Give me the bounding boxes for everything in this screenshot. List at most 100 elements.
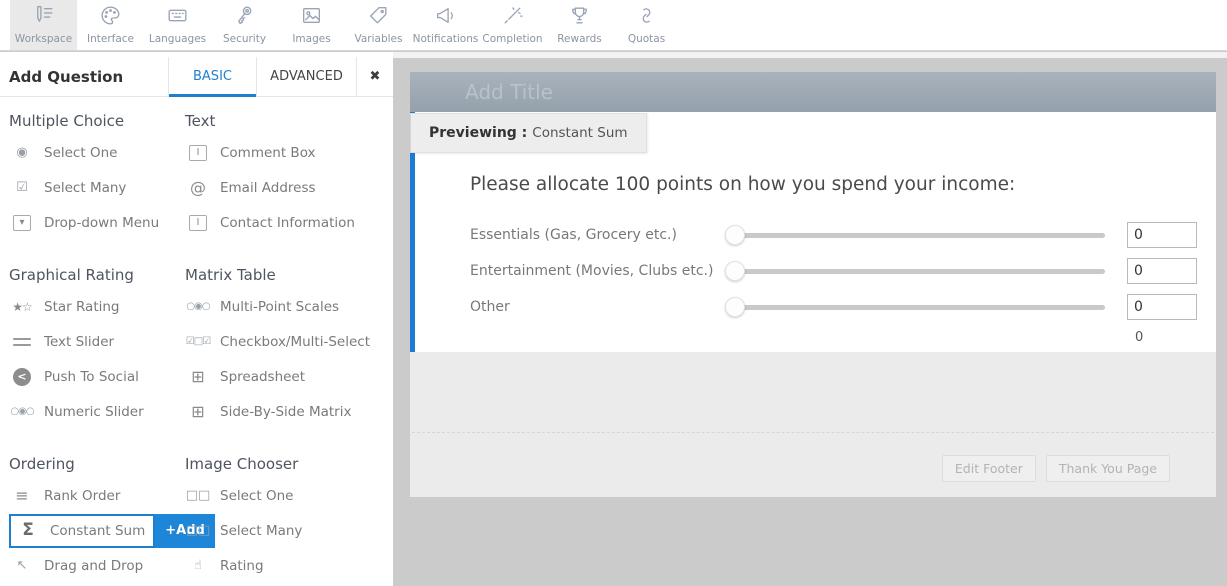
add-title-placeholder[interactable]: Add Title (465, 80, 553, 104)
sidebar-item-checkbox-multi-select[interactable]: ☑□☑ Checkbox/Multi-Select (185, 324, 387, 359)
sidebar-item-spreadsheet[interactable]: ⊞ Spreadsheet (185, 359, 387, 394)
constant-sum-row: Other (470, 289, 1198, 325)
multi-point-icon: ○◉○ (185, 302, 211, 312)
slider[interactable] (727, 297, 1105, 317)
images-icon (299, 3, 324, 32)
slider[interactable] (727, 225, 1105, 245)
footer-buttons: Edit Footer Thank You Page (942, 455, 1170, 482)
toolbar-item-label: Security (223, 33, 266, 45)
dropdown-icon: ▾ (13, 215, 31, 231)
sidebar-item-multi-point-scales[interactable]: ○◉○ Multi-Point Scales (185, 289, 387, 324)
languages-icon (165, 3, 190, 32)
toolbar-lower-strip (393, 52, 1227, 58)
sidebar-item-image-rating[interactable]: ☝ Rating (185, 548, 387, 583)
rewards-icon (567, 3, 592, 32)
text-cursor-box-icon: I (189, 215, 207, 231)
constant-sum-selected-box: Σ Constant Sum (9, 514, 155, 548)
tab-basic[interactable]: BASIC (168, 57, 256, 96)
sidebar-item-numeric-slider[interactable]: ○◉○ Numeric Slider (9, 394, 183, 429)
slider-track[interactable] (735, 305, 1105, 310)
dashed-separator (412, 432, 1214, 433)
question-text: Please allocate 100 points on how you sp… (470, 174, 1198, 195)
toolbar-item-label: Quotas (628, 33, 665, 45)
sidebar-item-text-slider[interactable]: Text Slider (9, 324, 183, 359)
toolbar-item-security[interactable]: Security (211, 0, 278, 50)
section-title: Multiple Choice (9, 112, 183, 130)
text-cursor-box-icon: I (189, 145, 207, 161)
sidebar-item-select-one[interactable]: ◉ Select One (9, 135, 183, 170)
sidebar-item-side-by-side-matrix[interactable]: ⊞ Side-By-Side Matrix (185, 394, 387, 429)
security-icon (232, 3, 257, 32)
survey-builder-page: Workspace Interface Languages Security I… (0, 0, 1227, 586)
sidebar-item-constant-sum[interactable]: Σ Constant Sum +Add (9, 513, 183, 548)
sidebar-item-contact-information[interactable]: I Contact Information (185, 205, 387, 240)
points-input[interactable] (1127, 222, 1197, 248)
section-matrix-table: Matrix Table ○◉○ Multi-Point Scales ☑□☑ … (185, 266, 387, 429)
sidebar-item-email-address[interactable]: @ Email Address (185, 170, 387, 205)
sidebar-item-drag-and-drop[interactable]: ↖ Drag and Drop (9, 548, 183, 583)
section-multiple-choice: Multiple Choice ◉ Select One ☑ Select Ma… (9, 112, 183, 240)
toolbar-item-label: Rewards (557, 33, 602, 45)
toolbar-item-completion[interactable]: Completion (479, 0, 546, 50)
sidebar-item-select-many[interactable]: ☑ Select Many (9, 170, 183, 205)
matrix-icon: ⊞ (185, 404, 211, 420)
section-graphical-rating: Graphical Rating ★☆ Star Rating Text Sli… (9, 266, 183, 429)
sidebar-item-image-select-many[interactable]: □□ Select Many (185, 513, 387, 548)
row-label: Other (470, 299, 727, 315)
toolbar-item-quotas[interactable]: Quotas (613, 0, 680, 50)
section-ordering: Ordering ≡ Rank Order Σ Constant Sum +Ad… (9, 455, 183, 583)
slider-handle[interactable] (725, 297, 745, 317)
points-input[interactable] (1127, 258, 1197, 284)
toolbar-item-label: Workspace (15, 33, 72, 45)
slider[interactable] (727, 261, 1105, 281)
slider-track[interactable] (735, 269, 1105, 274)
slider-handle[interactable] (725, 261, 745, 281)
toolbar-item-label: Languages (149, 33, 206, 45)
sidebar-item-push-to-social[interactable]: < Push To Social (9, 359, 183, 394)
previewing-label: Previewing : (429, 125, 527, 141)
toolbar-item-images[interactable]: Images (278, 0, 345, 50)
sidebar-item-dropdown-menu[interactable]: ▾ Drop-down Menu (9, 205, 183, 240)
slider-track[interactable] (735, 233, 1105, 238)
section-title: Text (185, 112, 387, 130)
image-pair-icon: □□ (185, 524, 211, 537)
drag-cursor-icon: ↖ (9, 559, 35, 572)
tab-advanced[interactable]: ADVANCED (256, 57, 356, 96)
star-icon: ★☆ (9, 301, 35, 313)
toolbar-item-notifications[interactable]: Notifications (412, 0, 479, 50)
grid-icon: ⊞ (185, 369, 211, 385)
sidebar-item-comment-box[interactable]: I Comment Box (185, 135, 387, 170)
image-pair-icon: □□ (185, 489, 211, 502)
share-icon: < (13, 368, 31, 386)
radio-list-icon: ◉ (9, 146, 35, 159)
section-text: Text I Comment Box @ Email Address I Con… (185, 112, 387, 240)
thank-you-page-button[interactable]: Thank You Page (1046, 455, 1170, 482)
survey-title-bar[interactable]: Add Title (410, 72, 1216, 112)
points-input[interactable] (1127, 294, 1197, 320)
section-title: Matrix Table (185, 266, 387, 284)
toolbar-item-label: Images (292, 33, 330, 45)
slider-handle[interactable] (725, 225, 745, 245)
sidebar-item-star-rating[interactable]: ★☆ Star Rating (9, 289, 183, 324)
interface-icon (98, 3, 123, 32)
toolbar-item-label: Interface (87, 33, 134, 45)
close-icon[interactable]: ✖ (356, 57, 393, 96)
add-question-sidebar: Add Question BASIC ADVANCED ✖ Multiple C… (0, 52, 393, 586)
toolbar-item-interface[interactable]: Interface (77, 0, 144, 50)
toolbar-item-workspace[interactable]: Workspace (10, 0, 77, 50)
constant-sum-row: Essentials (Gas, Grocery etc.) (470, 217, 1198, 253)
sidebar-item-image-select-one[interactable]: □□ Select One (185, 478, 387, 513)
toolbar-item-variables[interactable]: Variables (345, 0, 412, 50)
toolbar-item-rewards[interactable]: Rewards (546, 0, 613, 50)
thumbs-icon: ☝ (185, 559, 211, 572)
sidebar-item-rank-order[interactable]: ≡ Rank Order (9, 478, 183, 513)
toolbar-item-languages[interactable]: Languages (144, 0, 211, 50)
top-toolbar: Workspace Interface Languages Security I… (0, 0, 1227, 51)
toolbar-item-label: Completion (482, 33, 542, 45)
workspace-icon (31, 3, 56, 32)
at-sign-icon: @ (185, 180, 211, 196)
checkbox-list-icon: ☑ (9, 181, 35, 194)
multi-point-icon: ○◉○ (9, 407, 35, 417)
edit-footer-button[interactable]: Edit Footer (942, 455, 1036, 482)
section-image-chooser: Image Chooser □□ Select One □□ Select Ma… (185, 455, 387, 583)
